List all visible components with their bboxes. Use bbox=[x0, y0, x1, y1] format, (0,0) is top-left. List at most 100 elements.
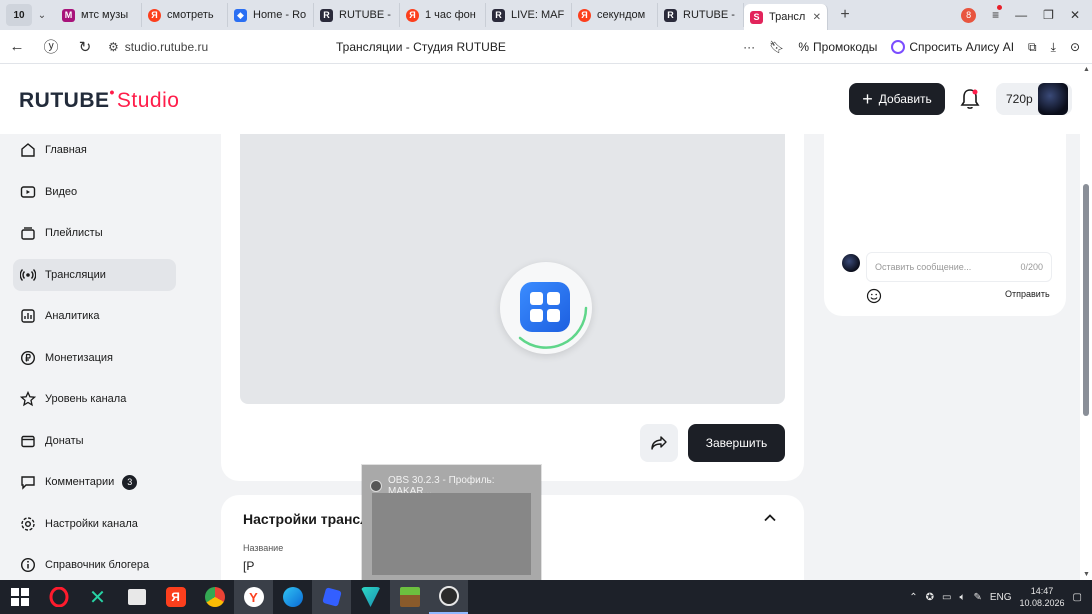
chat-panel: Оставить сообщение... 0/200 Отправить bbox=[824, 134, 1066, 316]
share-button[interactable] bbox=[640, 424, 678, 462]
downloads-icon[interactable]: ⤓ bbox=[1051, 40, 1056, 55]
obs-icon bbox=[370, 480, 382, 492]
edge-icon[interactable] bbox=[273, 580, 312, 614]
sidebar-item-monetization[interactable]: Монетизация bbox=[13, 342, 176, 374]
star-icon bbox=[19, 390, 37, 408]
sidebar-item-blogger-guide[interactable]: Справочник блогера bbox=[13, 549, 176, 581]
tab-count-badge[interactable]: 10 bbox=[6, 4, 32, 26]
chevron-up-icon[interactable] bbox=[763, 511, 777, 525]
promo-button[interactable]: % Промокоды bbox=[798, 40, 877, 54]
reload-icon[interactable]: ↻ bbox=[68, 38, 102, 56]
add-button[interactable]: + Добавить bbox=[849, 83, 945, 115]
chevron-up-icon[interactable]: ⌃ bbox=[909, 592, 917, 603]
scroll-thumb[interactable] bbox=[1083, 184, 1089, 416]
finish-stream-button[interactable]: Завершить bbox=[688, 424, 785, 462]
avatar[interactable] bbox=[1038, 83, 1068, 115]
close-window-icon[interactable]: ✕ bbox=[1070, 8, 1080, 22]
browser-tab[interactable]: Я 1 час фон bbox=[400, 3, 486, 27]
browser-tab[interactable]: R RUTUBE - bbox=[314, 3, 400, 27]
scroll-down-icon[interactable]: ▼ bbox=[1083, 571, 1090, 578]
notifications-badge[interactable]: 8 bbox=[961, 7, 977, 23]
clock[interactable]: 14:47 10.08.2026 bbox=[1020, 585, 1065, 609]
language-indicator[interactable]: ENG bbox=[990, 592, 1012, 603]
site-info-icon[interactable]: ⚙ bbox=[108, 40, 119, 54]
microsoft-store-icon[interactable] bbox=[117, 580, 156, 614]
info-icon bbox=[19, 556, 37, 574]
close-icon[interactable]: ✕ bbox=[813, 12, 821, 23]
volume-icon[interactable]: 🔈︎ bbox=[959, 592, 965, 603]
chevron-down-icon[interactable]: ⌄ bbox=[32, 10, 52, 21]
opera-icon[interactable] bbox=[39, 580, 78, 614]
minecraft-icon[interactable] bbox=[390, 580, 429, 614]
url-text: studio.rutube.ru bbox=[124, 39, 209, 54]
logo-dot: • bbox=[109, 84, 115, 100]
roblox-taskbar-icon[interactable] bbox=[312, 580, 351, 614]
sidebar-item-analytics[interactable]: Аналитика bbox=[13, 300, 176, 332]
system-tray: ⌃ ✪ ▭ 🔈︎ ✎ ENG 14:47 10.08.2026 ▢ bbox=[909, 585, 1092, 609]
obs-taskbar-icon[interactable] bbox=[429, 580, 468, 614]
tray-app-icon[interactable]: ✪ bbox=[926, 592, 934, 603]
bell-icon[interactable] bbox=[960, 88, 980, 110]
extensions-icon[interactable]: ⧉ bbox=[1028, 40, 1037, 55]
promo-label: Промокоды bbox=[813, 40, 878, 54]
video-player[interactable] bbox=[240, 134, 785, 404]
rutube-studio-logo[interactable]: RUTUBE • Studio bbox=[19, 84, 179, 113]
app-x-icon[interactable]: ✕ bbox=[78, 580, 117, 614]
resolution-selector[interactable]: 720p bbox=[996, 83, 1072, 115]
pen-icon[interactable]: ✎ bbox=[973, 592, 981, 603]
send-button[interactable]: Отправить bbox=[1005, 289, 1050, 299]
back-icon[interactable]: ← bbox=[0, 38, 34, 55]
studio-icon: S bbox=[750, 10, 763, 24]
scroll-up-icon[interactable]: ▲ bbox=[1083, 66, 1090, 73]
address-bar-actions: ··· 🔖︎ % Промокоды Спросить Алису AI ⧉ ⤓ … bbox=[743, 30, 1092, 64]
obs-preview-thumbnail[interactable] bbox=[372, 493, 531, 575]
yandex-music-icon[interactable]: Я bbox=[156, 580, 195, 614]
profile-icon[interactable]: ⊙ bbox=[1070, 40, 1080, 54]
sidebar-item-comments[interactable]: Комментарии 3 bbox=[13, 466, 176, 498]
chrome-icon[interactable] bbox=[195, 580, 234, 614]
rutube-icon: R bbox=[320, 8, 333, 22]
restore-icon[interactable]: ❐ bbox=[1043, 8, 1054, 22]
sidebar-item-playlists[interactable]: Плейлисты bbox=[13, 217, 176, 249]
network-icon[interactable]: ▭ bbox=[942, 592, 951, 603]
start-button[interactable] bbox=[0, 580, 39, 614]
notification-center-icon[interactable]: ▢ bbox=[1073, 592, 1082, 603]
app-v-icon[interactable] bbox=[351, 580, 390, 614]
minimize-icon[interactable]: — bbox=[1015, 8, 1027, 22]
browser-tab[interactable]: Ясмотреть bbox=[142, 3, 228, 27]
url-field[interactable]: ⚙ studio.rutube.ru bbox=[108, 40, 328, 54]
page-scrollbar[interactable]: ▲ ▼ bbox=[1080, 64, 1092, 580]
title-field[interactable]: [P bbox=[243, 559, 254, 573]
menu-icon[interactable]: ≡ bbox=[992, 5, 1003, 22]
windows-taskbar: ✕ Я Y ⌃ ✪ ▭ 🔈︎ ✎ ENG 14:47 10.08.2026 ▢ bbox=[0, 580, 1092, 614]
emoji-icon[interactable] bbox=[866, 288, 882, 304]
bookmark-icon[interactable]: 🔖︎ bbox=[769, 40, 784, 54]
alice-button[interactable]: Спросить Алису AI bbox=[891, 40, 1014, 54]
rutube-icon: R bbox=[492, 8, 505, 22]
browser-tab[interactable]: ◆ Home - Ro bbox=[228, 3, 314, 27]
sidebar-item-channel-settings[interactable]: Настройки канала bbox=[13, 508, 176, 540]
browser-tab[interactable]: R LIVE: MAF bbox=[486, 3, 572, 27]
new-tab-button[interactable]: + bbox=[834, 4, 856, 26]
chat-message-input[interactable]: Оставить сообщение... 0/200 bbox=[866, 252, 1052, 282]
sidebar-item-video[interactable]: Видео bbox=[13, 176, 176, 208]
sidebar-item-label: Трансляции bbox=[45, 269, 106, 281]
browser-tab[interactable]: Mмтс музы bbox=[56, 3, 142, 27]
browser-tab-active[interactable]: S Трансл ✕ bbox=[744, 4, 828, 30]
sidebar-item-donations[interactable]: Донаты bbox=[13, 425, 176, 457]
obs-window-preview[interactable]: OBS 30.2.3 - Профиль: MAKAR... bbox=[362, 465, 541, 580]
yandex-icon: Я bbox=[578, 8, 591, 22]
donate-icon bbox=[19, 432, 37, 450]
yandex-browser-icon[interactable]: ⓨ bbox=[34, 36, 68, 57]
sidebar-item-broadcasts[interactable]: Трансляции bbox=[13, 259, 176, 291]
sidebar-item-home[interactable]: Главная bbox=[13, 134, 176, 166]
yandex-browser-taskbar-icon[interactable]: Y bbox=[234, 580, 273, 614]
char-counter: 0/200 bbox=[1020, 262, 1043, 272]
sidebar-item-label: Настройки канала bbox=[45, 518, 138, 530]
tab-label: смотреть bbox=[167, 9, 214, 21]
browser-tab[interactable]: R RUTUBE - bbox=[658, 3, 744, 27]
more-icon[interactable]: ··· bbox=[743, 40, 755, 54]
sidebar-item-channel-level[interactable]: Уровень канала bbox=[13, 383, 176, 415]
browser-tab[interactable]: Ясекундом bbox=[572, 3, 658, 27]
site-header: RUTUBE • Studio + Добавить 720p bbox=[0, 64, 1080, 134]
